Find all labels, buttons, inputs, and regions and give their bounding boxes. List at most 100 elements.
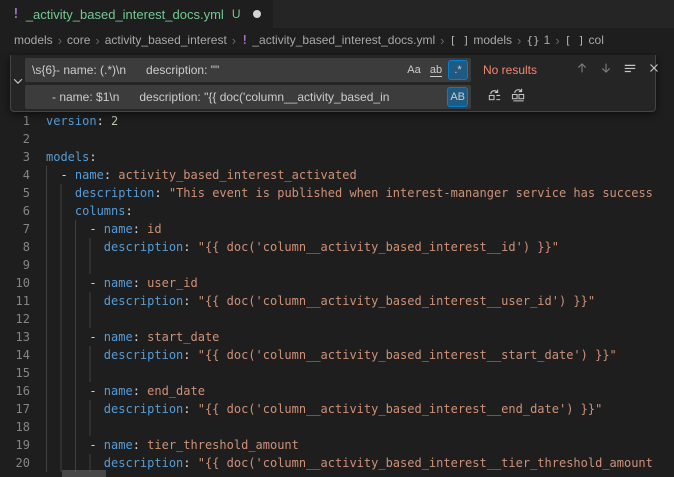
code-line: 15: [0, 364, 674, 382]
breadcrumb-item[interactable]: [ ] models: [449, 33, 512, 47]
code-line: 14 description: "{{ doc('column__activit…: [0, 346, 674, 364]
code-text: - name: tier_threshold_amount: [46, 436, 674, 454]
line-number: 19: [0, 436, 46, 454]
close-find-button[interactable]: [643, 59, 665, 81]
line-number: 4: [0, 166, 46, 184]
replace-all-icon: [511, 87, 526, 107]
arrow-up-icon: [575, 61, 589, 80]
previous-match-button[interactable]: [571, 59, 593, 81]
code-line: 6 columns:: [0, 202, 674, 220]
line-number: 9: [0, 256, 46, 274]
line-number: 16: [0, 382, 46, 400]
breadcrumb-separator-icon: ›: [440, 33, 444, 48]
preserve-case-button[interactable]: AB: [447, 87, 468, 107]
tab-bar: ! _activity_based_interest_docs.yml U: [0, 0, 674, 28]
line-number: 14: [0, 346, 46, 364]
match-case-button[interactable]: Aa: [404, 60, 424, 80]
breadcrumb-label: _activity_based_interest_docs.yml: [252, 33, 435, 47]
breadcrumb: models › core › activity_based_interest ›! _ac…: [0, 28, 674, 52]
code-line: 2: [0, 130, 674, 148]
code-text: description: "{{ doc('column__activity_b…: [46, 346, 674, 364]
breadcrumb-item[interactable]: {} 1: [526, 33, 550, 47]
breadcrumb-label: activity_based_interest: [105, 33, 227, 47]
symbol-object-icon: {}: [526, 34, 539, 47]
code-text: description: "{{ doc('column__activity_b…: [46, 238, 674, 256]
code-line: 4 - name: activity_based_interest_activa…: [0, 166, 674, 184]
breadcrumb-label: models: [473, 33, 512, 47]
line-number: 20: [0, 454, 46, 472]
code-line: 9: [0, 256, 674, 274]
line-number: 1: [0, 112, 46, 130]
breadcrumb-separator-icon: ›: [58, 33, 62, 48]
match-case-icon: Aa: [407, 64, 420, 76]
line-number: 7: [0, 220, 46, 238]
breadcrumb-label: col: [589, 33, 604, 47]
code-text: - name: start_date: [46, 328, 674, 346]
replace-button[interactable]: [483, 86, 505, 108]
chevron-down-icon: [11, 74, 25, 93]
regex-button[interactable]: .*: [448, 60, 468, 80]
breadcrumb-item[interactable]: models: [14, 33, 53, 47]
code-line: 18: [0, 418, 674, 436]
yaml-file-icon: !: [241, 33, 248, 47]
code-text: [46, 256, 674, 274]
symbol-array-icon: [ ]: [565, 34, 585, 47]
code-line: 8 description: "{{ doc('column__activity…: [0, 238, 674, 256]
breadcrumb-item[interactable]: core: [67, 33, 90, 47]
whole-word-icon: ab: [430, 64, 442, 77]
code-text: - name: end_date: [46, 382, 674, 400]
arrow-down-icon: [599, 61, 613, 80]
breadcrumb-label: 1: [544, 33, 551, 47]
breadcrumb-item[interactable]: ! _activity_based_interest_docs.yml: [241, 33, 435, 47]
breadcrumb-separator-icon: ›: [95, 33, 99, 48]
line-number: 3: [0, 148, 46, 166]
replace-all-button[interactable]: [507, 86, 529, 108]
close-icon: [647, 61, 661, 80]
breadcrumb-separator-icon: ›: [517, 33, 521, 48]
symbol-array-icon: [ ]: [449, 34, 469, 47]
toggle-replace-button[interactable]: [11, 55, 25, 111]
next-match-button[interactable]: [595, 59, 617, 81]
code-text: models:: [46, 148, 674, 166]
breadcrumb-item[interactable]: [ ] col: [565, 33, 604, 47]
line-number: 2: [0, 130, 46, 148]
code-text: - name: user_id: [46, 274, 674, 292]
code-text: [46, 364, 674, 382]
preserve-case-icon: AB: [450, 91, 465, 103]
line-number: 5: [0, 184, 46, 202]
line-number: 8: [0, 238, 46, 256]
code-line: 13 - name: start_date: [0, 328, 674, 346]
tab-active[interactable]: ! _activity_based_interest_docs.yml U: [0, 0, 273, 28]
code-line: 3models:: [0, 148, 674, 166]
find-results-status: No results: [483, 63, 559, 77]
breadcrumb-item[interactable]: activity_based_interest: [105, 33, 227, 47]
code-line: 10 - name: user_id: [0, 274, 674, 292]
code-text: columns:: [46, 202, 674, 220]
line-number: 17: [0, 400, 46, 418]
line-number: 6: [0, 202, 46, 220]
replace-icon: [487, 87, 502, 107]
find-in-selection-button[interactable]: [619, 59, 641, 81]
code-text: [46, 418, 674, 436]
code-line: 17 description: "{{ doc('column__activit…: [0, 400, 674, 418]
code-line: 19 - name: tier_threshold_amount: [0, 436, 674, 454]
tab-filename: _activity_based_interest_docs.yml: [26, 7, 224, 22]
code-text: - name: id: [46, 220, 674, 238]
code-area[interactable]: 1version: 223models:4 - name: activity_b…: [0, 112, 674, 472]
yaml-file-icon: !: [12, 7, 20, 22]
replace-input[interactable]: [25, 85, 471, 109]
line-number: 15: [0, 364, 46, 382]
code-line: 1version: 2: [0, 112, 674, 130]
horizontal-scrollbar[interactable]: [62, 470, 106, 477]
line-number: 18: [0, 418, 46, 436]
code-text: description: "{{ doc('column__activity_b…: [46, 400, 674, 418]
editor[interactable]: Aa ab .* No results: [0, 52, 674, 477]
breadcrumb-separator-icon: ›: [555, 33, 559, 48]
line-number: 13: [0, 328, 46, 346]
breadcrumb-separator-icon: ›: [232, 33, 236, 48]
breadcrumb-label: core: [67, 33, 90, 47]
whole-word-button[interactable]: ab: [426, 60, 446, 80]
unsaved-dot-icon[interactable]: [253, 10, 261, 18]
breadcrumb-label: models: [14, 33, 53, 47]
code-text: version: 2: [46, 112, 674, 130]
